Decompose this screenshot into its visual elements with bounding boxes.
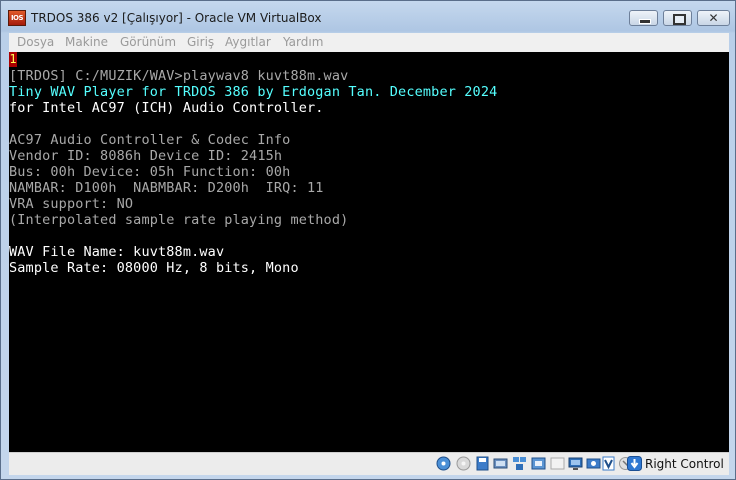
close-button[interactable]: ✕ <box>697 10 730 26</box>
minimize-button[interactable] <box>629 10 658 26</box>
cursor-marker: 1 <box>9 52 17 67</box>
network-icon[interactable] <box>512 456 527 471</box>
title-bar[interactable]: IOS TRDOS 386 v2 [Çalışıyor] - Oracle VM… <box>1 1 735 33</box>
minimize-icon <box>639 19 651 24</box>
menu-dosya[interactable]: Dosya <box>17 35 54 49</box>
host-key-label: Right Control <box>645 457 724 471</box>
menu-gorunum[interactable]: Görünüm <box>120 35 176 49</box>
console-line: Vendor ID: 8086h Device ID: 2415h <box>9 148 283 164</box>
console-line: Tiny WAV Player for TRDOS 386 by Erdogan… <box>9 84 498 100</box>
window-title: TRDOS 386 v2 [Çalışıyor] - Oracle VM Vir… <box>31 11 322 25</box>
menu-giris[interactable]: Giriş <box>187 35 214 49</box>
menu-makine[interactable]: Makine <box>65 35 108 49</box>
trdos-app-icon[interactable]: IOS <box>8 10 26 26</box>
optical-drive-icon[interactable] <box>436 456 451 471</box>
host-key-arrow-icon[interactable] <box>627 456 642 471</box>
usb-icon[interactable] <box>531 456 546 471</box>
virtualization-icon[interactable] <box>601 456 616 471</box>
close-icon: ✕ <box>708 11 719 25</box>
console-line: NAMBAR: D100h NABMBAR: D200h IRQ: 11 <box>9 180 324 196</box>
vm-screen[interactable]: 1 [TRDOS] C:/MUZIK/WAV>playwav8 kuvt88m.… <box>9 52 729 452</box>
console-line: [TRDOS] C:/MUZIK/WAV>playwav8 kuvt88m.wa… <box>9 68 349 84</box>
floppy-icon[interactable] <box>456 456 471 471</box>
display-icon[interactable] <box>568 456 583 471</box>
menu-yardim[interactable]: Yardım <box>283 35 323 49</box>
console-line: for Intel AC97 (ICH) Audio Controller. <box>9 100 324 116</box>
menu-aygitlar[interactable]: Aygıtlar <box>225 35 271 49</box>
console-line: Sample Rate: 08000 Hz, 8 bits, Mono <box>9 260 299 276</box>
maximize-icon <box>673 14 686 25</box>
console-line: Bus: 00h Device: 05h Function: 00h <box>9 164 291 180</box>
console-line: AC97 Audio Controller & Codec Info <box>9 132 291 148</box>
shared-folder-icon[interactable] <box>550 456 565 471</box>
console-line: VRA support: NO <box>9 196 134 212</box>
menu-bar: Dosya Makine Görünüm Giriş Aygıtlar Yard… <box>9 33 729 52</box>
console-line: (Interpolated sample rate playing method… <box>9 212 349 228</box>
hard-disk-icon[interactable] <box>475 456 490 471</box>
video-capture-icon[interactable] <box>586 456 601 471</box>
console-line: WAV File Name: kuvt88m.wav <box>9 244 225 260</box>
maximize-button[interactable] <box>663 10 692 26</box>
audio-icon[interactable] <box>493 456 508 471</box>
virtualbox-window: IOS TRDOS 386 v2 [Çalışıyor] - Oracle VM… <box>0 0 736 480</box>
status-bar: Right Control <box>9 452 729 475</box>
